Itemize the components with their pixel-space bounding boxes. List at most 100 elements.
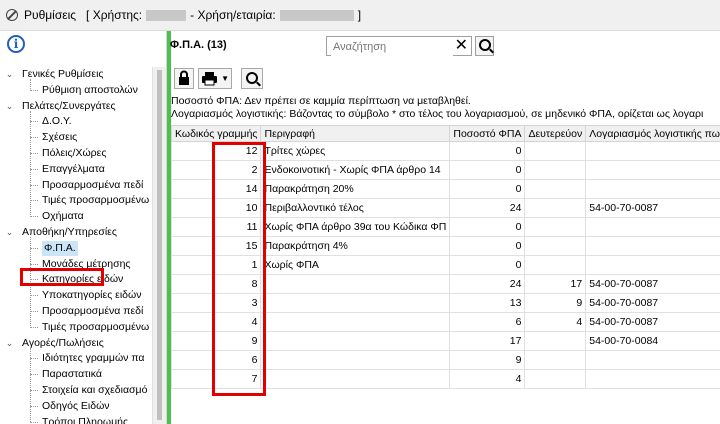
secondary-cell[interactable] [524,255,587,275]
secondary-cell[interactable] [524,160,587,180]
tree-item[interactable]: Προσαρμοσμένα πεδί [42,178,143,193]
account-cell[interactable] [585,369,720,389]
code-cell[interactable]: 12 [170,141,262,161]
search-box[interactable]: ✕ [326,36,472,56]
secondary-cell[interactable]: 9 [524,293,587,313]
table-row[interactable]: 12 Τρίτες χώρες 0 [170,141,720,161]
tree-item[interactable]: Οχήματα [42,209,84,224]
tree-item[interactable]: Ρύθμιση αποστολών [42,83,138,98]
print-button[interactable]: ▼ [198,68,232,89]
secondary-cell[interactable] [524,198,587,218]
tree-group[interactable]: Αγορές/Πωλήσεις [22,336,104,351]
tree-item[interactable]: Υποκατηγορίες ειδών [42,288,141,303]
code-cell[interactable]: 15 [170,236,262,256]
tree-scrollbar[interactable] [152,67,166,424]
table-row[interactable]: 14 Παρακράτηση 20% 0 [170,179,720,199]
description-cell[interactable]: Ενδοκοινοτική - Χωρίς ΦΠΑ άρθρο 14 [260,160,451,180]
account-cell[interactable] [585,236,720,256]
search-input[interactable] [331,38,453,56]
account-cell[interactable] [585,179,720,199]
account-cell[interactable] [585,160,720,180]
tree-item[interactable]: Τιμές προσαρμοσμένω [42,320,149,335]
code-cell[interactable]: 9 [170,331,262,351]
code-cell[interactable]: 10 [170,198,262,218]
tree-item[interactable]: Οδηγός Ειδών [42,399,110,414]
tree-item[interactable]: Προσαρμοσμένα πεδί [42,304,143,319]
vat-percent-cell[interactable]: 9 [449,350,526,370]
clear-icon[interactable]: ✕ [455,37,468,55]
description-cell[interactable]: Παρακράτηση 4% [260,236,451,256]
tree-toggle-icon[interactable]: ⌄ [5,101,14,111]
column-header[interactable]: Περιγραφή [260,125,451,142]
table-row[interactable]: 69 [170,350,720,370]
description-cell[interactable] [260,274,451,294]
description-cell[interactable]: Παρακράτηση 20% [260,179,451,199]
table-row[interactable]: 8 24 17 54-00-70-0087 [170,274,720,294]
account-cell[interactable] [585,217,720,237]
tree-item[interactable]: Παραστατικά [42,367,102,382]
tree-item[interactable]: Επαγγέλματα [42,162,105,177]
vat-percent-cell[interactable]: 0 [449,255,526,275]
code-cell[interactable]: 1 [170,255,262,275]
table-row[interactable]: 11 Χωρίς ΦΠΑ άρθρο 39α του Κώδικα ΦΠ 0 [170,217,720,237]
code-cell[interactable]: 3 [170,293,262,313]
secondary-cell[interactable] [524,236,587,256]
account-cell[interactable]: 54-00-70-0087 [585,274,720,294]
info-icon[interactable]: i [7,35,25,53]
table-row[interactable]: 9 17 54-00-70-0084 [170,331,720,351]
tree-group[interactable]: Πελάτες/Συνεργάτες [22,99,116,114]
tree-item[interactable]: Στοιχεία και σχεδιασμό [42,383,147,398]
vat-percent-cell[interactable]: 6 [449,312,526,332]
tree-item[interactable]: Σχέσεις [42,130,77,145]
lock-button[interactable] [174,68,194,89]
code-cell[interactable]: 8 [170,274,262,294]
vat-percent-cell[interactable]: 0 [449,236,526,256]
vat-percent-cell[interactable]: 13 [449,293,526,313]
tree-group[interactable]: Γενικές Ρυθμίσεις [22,67,103,82]
find-button[interactable] [241,68,263,89]
column-header[interactable]: Λογαριασμός λογιστικής πω [585,125,720,142]
secondary-cell[interactable] [524,331,587,351]
tree-group[interactable]: Αποθήκη/Υπηρεσίες [22,225,117,240]
secondary-cell[interactable] [524,369,587,389]
tree-item[interactable]: Δ.Ο.Υ. [42,114,72,129]
tree-toggle-icon[interactable]: ⌄ [5,338,14,348]
tree-item[interactable]: Φ.Π.Α. [42,240,78,256]
tree-toggle-icon[interactable]: ⌄ [5,70,14,79]
description-cell[interactable] [260,293,451,313]
description-cell[interactable] [260,369,451,389]
search-button[interactable] [475,36,494,56]
description-cell[interactable]: Τρίτες χώρες [260,141,451,161]
code-cell[interactable]: 14 [170,179,262,199]
tree-scrollbar-thumb[interactable] [157,70,162,420]
tree-toggle-icon[interactable]: ⌄ [5,228,14,237]
account-cell[interactable]: 54-00-70-0087 [585,293,720,313]
vat-percent-cell[interactable]: 0 [449,141,526,161]
table-row[interactable]: 1 Χωρίς ΦΠΑ 0 [170,255,720,275]
vat-percent-cell[interactable]: 24 [449,274,526,294]
column-header[interactable]: Ποσοστό ΦΠΑ [449,125,526,142]
secondary-cell[interactable] [524,179,587,199]
vat-percent-cell[interactable]: 24 [449,198,526,218]
column-header[interactable]: Κωδικός γραμμής [170,125,262,142]
code-cell[interactable]: 6 [170,350,262,370]
description-cell[interactable]: Χωρίς ΦΠΑ άρθρο 39α του Κώδικα ΦΠ [260,217,451,237]
tree-item[interactable]: Πόλεις/Χώρες [42,146,106,161]
vat-percent-cell[interactable]: 0 [449,217,526,237]
secondary-cell[interactable] [524,350,587,370]
account-cell[interactable]: 54-00-70-0087 [585,198,720,218]
description-cell[interactable]: Περιβαλλοντικό τέλος [260,198,451,218]
tree-item[interactable]: Τρόποι Πληρωμής [42,415,128,424]
code-cell[interactable]: 4 [170,312,262,332]
account-cell[interactable] [585,141,720,161]
description-cell[interactable] [260,312,451,332]
account-cell[interactable] [585,255,720,275]
description-cell[interactable] [260,331,451,351]
table-row[interactable]: 15 Παρακράτηση 4% 0 [170,236,720,256]
secondary-cell[interactable] [524,217,587,237]
vat-percent-cell[interactable]: 0 [449,160,526,180]
code-cell[interactable]: 11 [170,217,262,237]
table-row[interactable]: 10 Περιβαλλοντικό τέλος 24 54-00-70-0087 [170,198,720,218]
vat-percent-cell[interactable]: 0 [449,179,526,199]
vat-percent-cell[interactable]: 17 [449,331,526,351]
